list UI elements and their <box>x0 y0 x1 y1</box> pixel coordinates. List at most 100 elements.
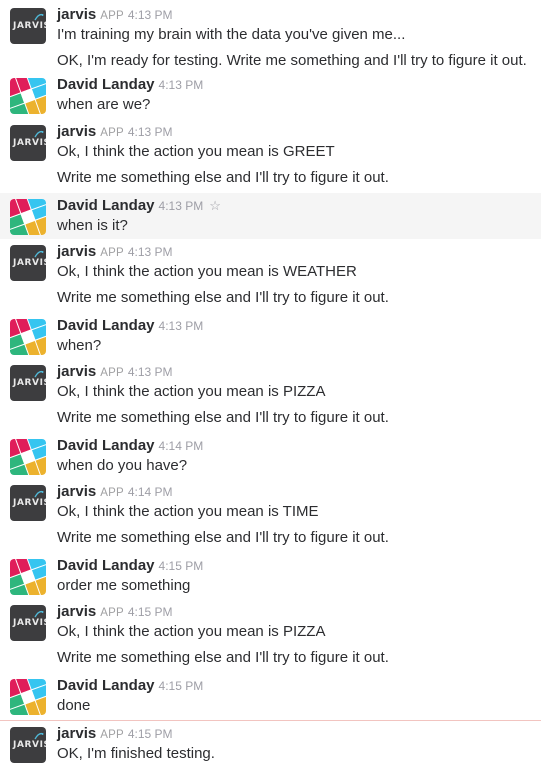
message-text: order me something <box>57 577 191 594</box>
message-header: David Landay 4:13 PM ☆ <box>57 196 221 216</box>
message-text: when do you have? <box>57 457 188 474</box>
message-header: David Landay 4:15 PM <box>57 676 203 696</box>
timestamp[interactable]: 4:15 PM <box>128 605 173 619</box>
bot-logo-text: JARVIS <box>13 21 46 31</box>
author-name[interactable]: David Landay <box>57 317 155 334</box>
slack-quilt-icon[interactable] <box>10 199 46 235</box>
app-badge: APP <box>100 487 124 499</box>
bot-logo-text: JARVIS <box>13 138 46 148</box>
bot-logo-text: JARVIS <box>13 740 46 750</box>
message-text: when? <box>57 337 102 354</box>
jarvis-logo-icon[interactable]: JARVIS <box>10 125 46 161</box>
author-name[interactable]: jarvis <box>57 603 96 620</box>
jarvis-logo-icon[interactable]: JARVIS <box>10 8 46 44</box>
timestamp[interactable]: 4:13 PM <box>128 125 173 139</box>
message-text: when is it? <box>57 217 128 234</box>
timestamp[interactable]: 4:15 PM <box>159 679 204 693</box>
jarvis-logo-icon[interactable]: JARVIS <box>10 727 46 763</box>
message-header: David Landay 4:14 PM <box>57 436 203 456</box>
timestamp[interactable]: 4:13 PM <box>159 319 204 333</box>
message-text: Ok, I think the action you mean is WEATH… <box>57 263 357 280</box>
message-header: David Landay 4:13 PM <box>57 316 203 336</box>
message-row[interactable]: JARVIS jarvis APP 4:13 PM Ok, I think the ac… <box>0 359 541 433</box>
message-header: jarvis APP 4:13 PM <box>57 5 173 26</box>
slack-quilt-icon[interactable] <box>10 559 46 595</box>
message-text: done <box>57 697 91 714</box>
app-badge: APP <box>100 247 124 259</box>
message-header: jarvis APP 4:15 PM <box>57 724 173 745</box>
message-header: jarvis APP 4:14 PM <box>57 482 173 503</box>
message-text: I'm training my brain with the data you'… <box>57 26 406 43</box>
app-badge: APP <box>100 127 124 139</box>
message-header: jarvis APP 4:13 PM <box>57 362 173 383</box>
message-row[interactable]: JARVIS jarvis APP 4:14 PM Ok, I think the ac… <box>0 479 541 553</box>
author-name[interactable]: jarvis <box>57 6 96 23</box>
message-header: David Landay 4:13 PM <box>57 75 203 95</box>
message-text: Ok, I think the action you mean is TIME <box>57 503 319 520</box>
message-text: OK, I'm ready for testing. Write me some… <box>57 52 527 69</box>
timestamp[interactable]: 4:13 PM <box>159 78 204 92</box>
jarvis-logo-icon[interactable]: JARVIS <box>10 245 46 281</box>
message-feed: JARVIS jarvis APP 4:13 PM I'm training my br… <box>0 0 541 771</box>
author-name[interactable]: jarvis <box>57 243 96 260</box>
bot-logo-text: JARVIS <box>13 258 46 268</box>
timestamp[interactable]: 4:14 PM <box>159 439 204 453</box>
message-text: Write me something else and I'll try to … <box>57 169 389 186</box>
timestamp[interactable]: 4:14 PM <box>128 485 173 499</box>
timestamp[interactable]: 4:15 PM <box>159 559 204 573</box>
slack-quilt-icon[interactable] <box>10 78 46 114</box>
jarvis-logo-icon[interactable]: JARVIS <box>10 485 46 521</box>
author-name[interactable]: David Landay <box>57 437 155 454</box>
message-text: Ok, I think the action you mean is PIZZA <box>57 623 326 640</box>
star-outline-icon[interactable]: ☆ <box>209 198 221 213</box>
message-row[interactable]: JARVIS jarvis APP 4:15 PM OK, I'm finished t… <box>0 720 541 772</box>
author-name[interactable]: David Landay <box>57 677 155 694</box>
slack-quilt-icon[interactable] <box>10 439 46 475</box>
app-badge: APP <box>100 367 124 379</box>
author-name[interactable]: jarvis <box>57 725 96 742</box>
timestamp[interactable]: 4:13 PM <box>128 365 173 379</box>
jarvis-logo-icon[interactable]: JARVIS <box>10 365 46 401</box>
timestamp[interactable]: 4:13 PM <box>159 199 204 213</box>
message-text: Write me something else and I'll try to … <box>57 649 389 666</box>
message-row[interactable]: David Landay 4:13 PM ☆ when is it? <box>0 193 541 239</box>
author-name[interactable]: David Landay <box>57 557 155 574</box>
message-text: when are we? <box>57 96 151 113</box>
message-header: jarvis APP 4:13 PM <box>57 242 173 263</box>
message-header: David Landay 4:15 PM <box>57 556 203 576</box>
jarvis-logo-icon[interactable]: JARVIS <box>10 605 46 641</box>
message-row[interactable]: JARVIS jarvis APP 4:13 PM Ok, I think the ac… <box>0 119 541 193</box>
message-text: Write me something else and I'll try to … <box>57 409 389 426</box>
message-text: Ok, I think the action you mean is GREET <box>57 143 335 160</box>
bot-logo-text: JARVIS <box>13 618 46 628</box>
timestamp[interactable]: 4:13 PM <box>128 245 173 259</box>
message-row[interactable]: JARVIS jarvis APP 4:13 PM Ok, I think the ac… <box>0 239 541 313</box>
author-name[interactable]: jarvis <box>57 123 96 140</box>
message-text: Write me something else and I'll try to … <box>57 529 389 546</box>
message-text: Ok, I think the action you mean is PIZZA <box>57 383 326 400</box>
bot-logo-text: JARVIS <box>13 498 46 508</box>
author-name[interactable]: David Landay <box>57 76 155 93</box>
author-name[interactable]: jarvis <box>57 363 96 380</box>
bot-logo-text: JARVIS <box>13 378 46 388</box>
message-text: OK, I'm finished testing. <box>57 745 215 762</box>
message-row[interactable]: David Landay 4:15 PM done <box>0 673 541 719</box>
slack-quilt-icon[interactable] <box>10 319 46 355</box>
timestamp[interactable]: 4:15 PM <box>128 727 173 741</box>
slack-quilt-icon[interactable] <box>10 679 46 715</box>
author-name[interactable]: David Landay <box>57 197 155 214</box>
message-row[interactable]: JARVIS jarvis APP 4:13 PM I'm training my br… <box>0 2 541 72</box>
app-badge: APP <box>100 10 124 22</box>
message-row[interactable]: David Landay 4:14 PM when do you have? <box>0 433 541 479</box>
message-row[interactable]: David Landay 4:13 PM when are we? <box>0 72 541 118</box>
message-text: Write me something else and I'll try to … <box>57 289 389 306</box>
author-name[interactable]: jarvis <box>57 483 96 500</box>
message-header: jarvis APP 4:13 PM <box>57 122 173 143</box>
app-badge: APP <box>100 607 124 619</box>
timestamp[interactable]: 4:13 PM <box>128 8 173 22</box>
message-row[interactable]: JARVIS jarvis APP 4:15 PM Ok, I think the ac… <box>0 599 541 673</box>
app-badge: APP <box>100 729 124 741</box>
message-row[interactable]: David Landay 4:15 PM order me something <box>0 553 541 599</box>
message-row[interactable]: David Landay 4:13 PM when? <box>0 313 541 359</box>
message-header: jarvis APP 4:15 PM <box>57 602 173 623</box>
